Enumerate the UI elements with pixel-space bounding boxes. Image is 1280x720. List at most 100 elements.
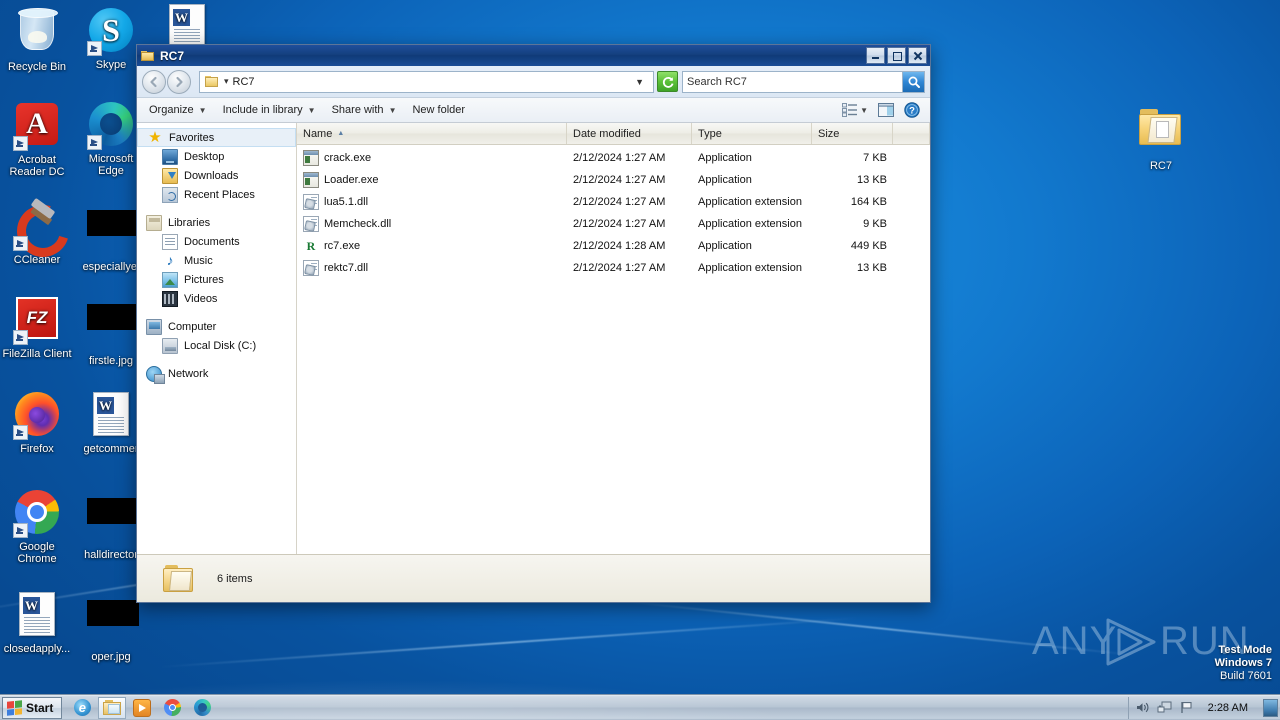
sidebar-item-computer[interactable]: Computer — [137, 317, 296, 336]
sidebar-item-favorites[interactable]: ★ Favorites — [137, 128, 296, 147]
taskbar-item-internet-explorer[interactable] — [68, 697, 96, 719]
file-name-cell[interactable]: rektc7.dll — [297, 260, 567, 276]
dll-file-icon — [303, 216, 319, 232]
desktop-icon-firefox[interactable]: Firefox — [0, 390, 74, 455]
shortcut-arrow-icon — [87, 41, 102, 56]
sidebar-item-videos[interactable]: Videos — [137, 289, 296, 308]
chevron-down-icon: ▼ — [388, 105, 397, 115]
nav-group-libraries: Libraries Documents ♪ Music Pictures Vid… — [137, 213, 296, 308]
nav-group-computer: Computer Local Disk (C:) — [137, 317, 296, 355]
taskbar[interactable]: Start e 2:28 AM — [0, 694, 1280, 720]
back-arrow-icon — [150, 76, 157, 87]
forward-button[interactable] — [167, 69, 191, 94]
column-headers[interactable]: Name ▲ Date modified Type Size — [297, 123, 930, 145]
system-tray[interactable]: 2:28 AM — [1127, 696, 1278, 719]
test-mode-overlay: Test Mode Windows 7 Build 7601 — [1132, 644, 1272, 683]
desktop[interactable]: Recycle Bin Acrobat Reader DC CCleaner F… — [0, 0, 1280, 720]
address-breadcrumb-field[interactable]: ▾ RC7 ▼ — [199, 70, 654, 93]
sidebar-item-libraries[interactable]: Libraries — [137, 213, 296, 232]
help-button[interactable]: ? — [900, 99, 924, 121]
column-header-date-modified[interactable]: Date modified — [567, 123, 692, 144]
taskbar-item-windows-media-player[interactable] — [128, 697, 156, 719]
taskbar-item-microsoft-edge[interactable] — [188, 697, 216, 719]
file-name-cell[interactable]: Memcheck.dll — [297, 216, 567, 232]
table-row[interactable]: lua5.1.dll 2/12/2024 1:27 AM Application… — [297, 191, 930, 213]
file-name-cell[interactable]: Loader.exe — [297, 172, 567, 188]
search-icon — [908, 76, 920, 88]
taskbar-item-google-chrome[interactable] — [158, 697, 186, 719]
file-rows[interactable]: crack.exe 2/12/2024 1:27 AM Application … — [297, 145, 930, 554]
organize-button[interactable]: Organize ▼ — [141, 100, 215, 120]
back-button[interactable] — [142, 69, 166, 94]
sidebar-item-documents[interactable]: Documents — [137, 232, 296, 251]
file-list-pane[interactable]: Name ▲ Date modified Type Size crack.exe… — [297, 123, 930, 554]
refresh-button[interactable] — [657, 71, 678, 92]
sidebar-item-pictures[interactable]: Pictures — [137, 270, 296, 289]
pictures-icon — [162, 271, 178, 288]
desktop-icon-ccleaner[interactable]: CCleaner — [0, 200, 74, 266]
navigation-pane[interactable]: ★ Favorites Desktop Downloads Recent Pla… — [137, 123, 297, 554]
desktop-icon-recycle-bin[interactable]: Recycle Bin — [0, 6, 74, 73]
action-center-flag-icon[interactable] — [1179, 700, 1194, 715]
desktop-icon-label: oper.jpg — [91, 651, 131, 663]
desktop-icon-closedapply[interactable]: closedapply... — [0, 590, 74, 655]
sidebar-item-local-disk-c[interactable]: Local Disk (C:) — [137, 336, 296, 355]
window-title-bar[interactable]: RC7 — [137, 45, 930, 66]
shortcut-arrow-icon — [13, 523, 28, 538]
include-in-library-button[interactable]: Include in library ▼ — [215, 100, 324, 120]
desktop-icon-acrobat-reader[interactable]: Acrobat Reader DC — [0, 100, 74, 178]
file-name-cell[interactable]: crack.exe — [297, 150, 567, 166]
test-mode-line1: Test Mode — [1218, 644, 1272, 656]
share-with-button[interactable]: Share with ▼ — [324, 100, 405, 120]
chevron-down-icon: ▼ — [860, 105, 868, 115]
maximize-button[interactable] — [887, 47, 906, 64]
column-header-name[interactable]: Name ▲ — [297, 123, 567, 144]
address-bar[interactable]: ▾ RC7 ▼ — [137, 66, 930, 98]
search-input[interactable] — [683, 72, 902, 91]
taskbar-item-windows-explorer[interactable] — [98, 696, 127, 719]
column-header-type[interactable]: Type — [692, 123, 812, 144]
start-button[interactable]: Start — [2, 696, 63, 719]
breadcrumb-rc7[interactable]: RC7 — [233, 76, 255, 88]
desktop-icon-rc7-folder[interactable]: RC7 — [1124, 104, 1198, 172]
preview-pane-button[interactable] — [874, 100, 898, 120]
table-row[interactable]: rektc7.dll 2/12/2024 1:27 AM Application… — [297, 257, 930, 279]
new-folder-label: New folder — [412, 104, 466, 116]
file-name-cell[interactable]: rc7.exe — [297, 238, 567, 254]
search-button[interactable] — [902, 71, 924, 92]
command-toolbar[interactable]: Organize ▼ Include in library ▼ Share wi… — [137, 98, 930, 123]
sidebar-item-desktop[interactable]: Desktop — [137, 147, 296, 166]
minimize-button[interactable] — [866, 47, 885, 64]
clock[interactable]: 2:28 AM — [1201, 702, 1255, 714]
show-desktop-button[interactable] — [1263, 698, 1278, 717]
file-size-cell: 9 KB — [863, 218, 887, 230]
volume-icon[interactable] — [1135, 700, 1150, 715]
file-name: crack.exe — [324, 152, 372, 164]
table-row[interactable]: crack.exe 2/12/2024 1:27 AM Application … — [297, 147, 930, 169]
table-row[interactable]: rc7.exe 2/12/2024 1:28 AM Application 44… — [297, 235, 930, 257]
file-name: lua5.1.dll — [324, 196, 369, 208]
address-dropdown-icon[interactable]: ▼ — [629, 77, 650, 87]
file-name-cell[interactable]: lua5.1.dll — [297, 194, 567, 210]
desktop-icon-filezilla[interactable]: FileZilla Client — [0, 294, 74, 360]
network-icon[interactable] — [1157, 700, 1172, 715]
close-button[interactable] — [908, 47, 927, 64]
sidebar-item-recent-places[interactable]: Recent Places — [137, 185, 296, 204]
desktop-icon-google-chrome[interactable]: Google Chrome — [0, 488, 74, 565]
sidebar-item-network[interactable]: Network — [137, 364, 296, 384]
new-folder-button[interactable]: New folder — [404, 100, 473, 120]
change-view-button[interactable]: ▼ — [838, 100, 872, 120]
column-header-size[interactable]: Size — [812, 123, 893, 144]
skype-icon — [87, 8, 135, 56]
column-header-filler[interactable] — [893, 123, 930, 144]
table-row[interactable]: Memcheck.dll 2/12/2024 1:27 AM Applicati… — [297, 213, 930, 235]
table-row[interactable]: Loader.exe 2/12/2024 1:27 AM Application… — [297, 169, 930, 191]
test-mode-line2: Windows 7 — [1214, 657, 1272, 669]
search-box[interactable] — [682, 70, 925, 93]
sort-ascending-icon: ▲ — [337, 130, 345, 137]
explorer-window[interactable]: RC7 ▾ RC7 ▼ Search RC7 Organize ▼ Includ… — [136, 44, 931, 603]
wallpaper-streak — [159, 617, 859, 668]
sidebar-item-downloads[interactable]: Downloads — [137, 166, 296, 185]
microsoft-edge-icon — [193, 699, 211, 716]
sidebar-item-music[interactable]: ♪ Music — [137, 251, 296, 270]
